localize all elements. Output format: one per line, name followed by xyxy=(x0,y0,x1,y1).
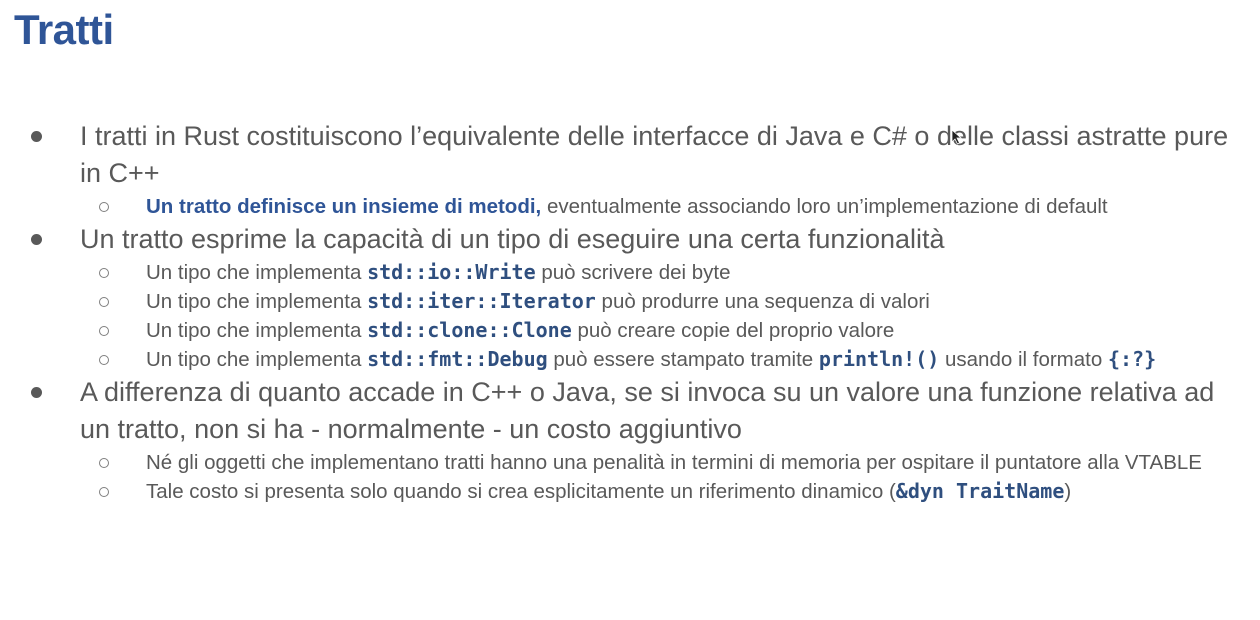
sub-bullet-text: può produrre una sequenza di valori xyxy=(595,290,930,313)
code-snippet: std::io::Write xyxy=(367,260,536,284)
sub-bullet-item: Né gli oggetti che implementano tratti h… xyxy=(80,448,1240,477)
sub-bullet-item: Tale costo si presenta solo quando si cr… xyxy=(80,477,1240,506)
mouse-cursor-icon xyxy=(951,129,963,145)
sub-bullet-item: Un tipo che implementa std::iter::Iterat… xyxy=(80,287,1240,316)
code-snippet: println!() xyxy=(818,347,940,371)
sub-bullet-item: Un tratto definisce un insieme di metodi… xyxy=(80,192,1240,221)
sub-bullet-list: Né gli oggetti che implementano tratti h… xyxy=(80,448,1240,506)
sub-bullet-text: può essere stampato tramite xyxy=(547,348,819,371)
code-snippet: {:?} xyxy=(1107,347,1157,371)
sub-bullet-text: Un tipo che implementa xyxy=(146,290,368,313)
sub-bullet-text: Tale costo si presenta solo quando si cr… xyxy=(146,480,896,503)
code-snippet: &dyn TraitName xyxy=(895,479,1065,503)
slide: Tratti I tratti in Rust costituiscono l’… xyxy=(0,0,1260,620)
sub-bullet-text: ) xyxy=(1064,480,1072,503)
sub-bullet-list: Un tipo che implementa std::io::Write pu… xyxy=(80,258,1240,374)
sub-bullet-text: Un tipo che implementa xyxy=(146,319,368,342)
bullet-item: A differenza di quanto accade in C++ o J… xyxy=(0,374,1240,506)
sub-bullet-text: usando il formato xyxy=(939,348,1108,371)
emphasis-text: Un tratto definisce un insieme di metodi… xyxy=(146,195,542,218)
sub-bullet-text: Un tipo che implementa xyxy=(146,348,368,371)
code-snippet: std::clone::Clone xyxy=(367,318,572,342)
sub-bullet-item: Un tipo che implementa std::fmt::Debug p… xyxy=(80,345,1240,374)
bullet-text: A differenza di quanto accade in C++ o J… xyxy=(80,377,1215,444)
sub-bullet-item: Un tipo che implementa std::io::Write pu… xyxy=(80,258,1240,287)
sub-bullet-text: Né gli oggetti che implementano tratti h… xyxy=(146,451,1202,474)
code-snippet: std::iter::Iterator xyxy=(367,289,596,313)
sub-bullet-text: può creare copie del proprio valore xyxy=(571,319,895,342)
sub-bullet-list: Un tratto definisce un insieme di metodi… xyxy=(80,192,1240,221)
bullet-text: I tratti in Rust costituiscono l’equival… xyxy=(80,121,1229,188)
sub-bullet-text: Un tipo che implementa xyxy=(146,261,368,284)
sub-bullet-text: eventualmente associando loro un’impleme… xyxy=(541,195,1108,218)
bullet-text: Un tratto esprime la capacità di un tipo… xyxy=(80,224,945,254)
sub-bullet-text: può scrivere dei byte xyxy=(535,261,731,284)
bullet-item: I tratti in Rust costituiscono l’equival… xyxy=(0,118,1240,221)
code-snippet: std::fmt::Debug xyxy=(367,347,548,371)
bullet-list: I tratti in Rust costituiscono l’equival… xyxy=(0,118,1240,506)
bullet-item: Un tratto esprime la capacità di un tipo… xyxy=(0,221,1240,374)
slide-title: Tratti xyxy=(14,6,114,53)
sub-bullet-item: Un tipo che implementa std::clone::Clone… xyxy=(80,316,1240,345)
